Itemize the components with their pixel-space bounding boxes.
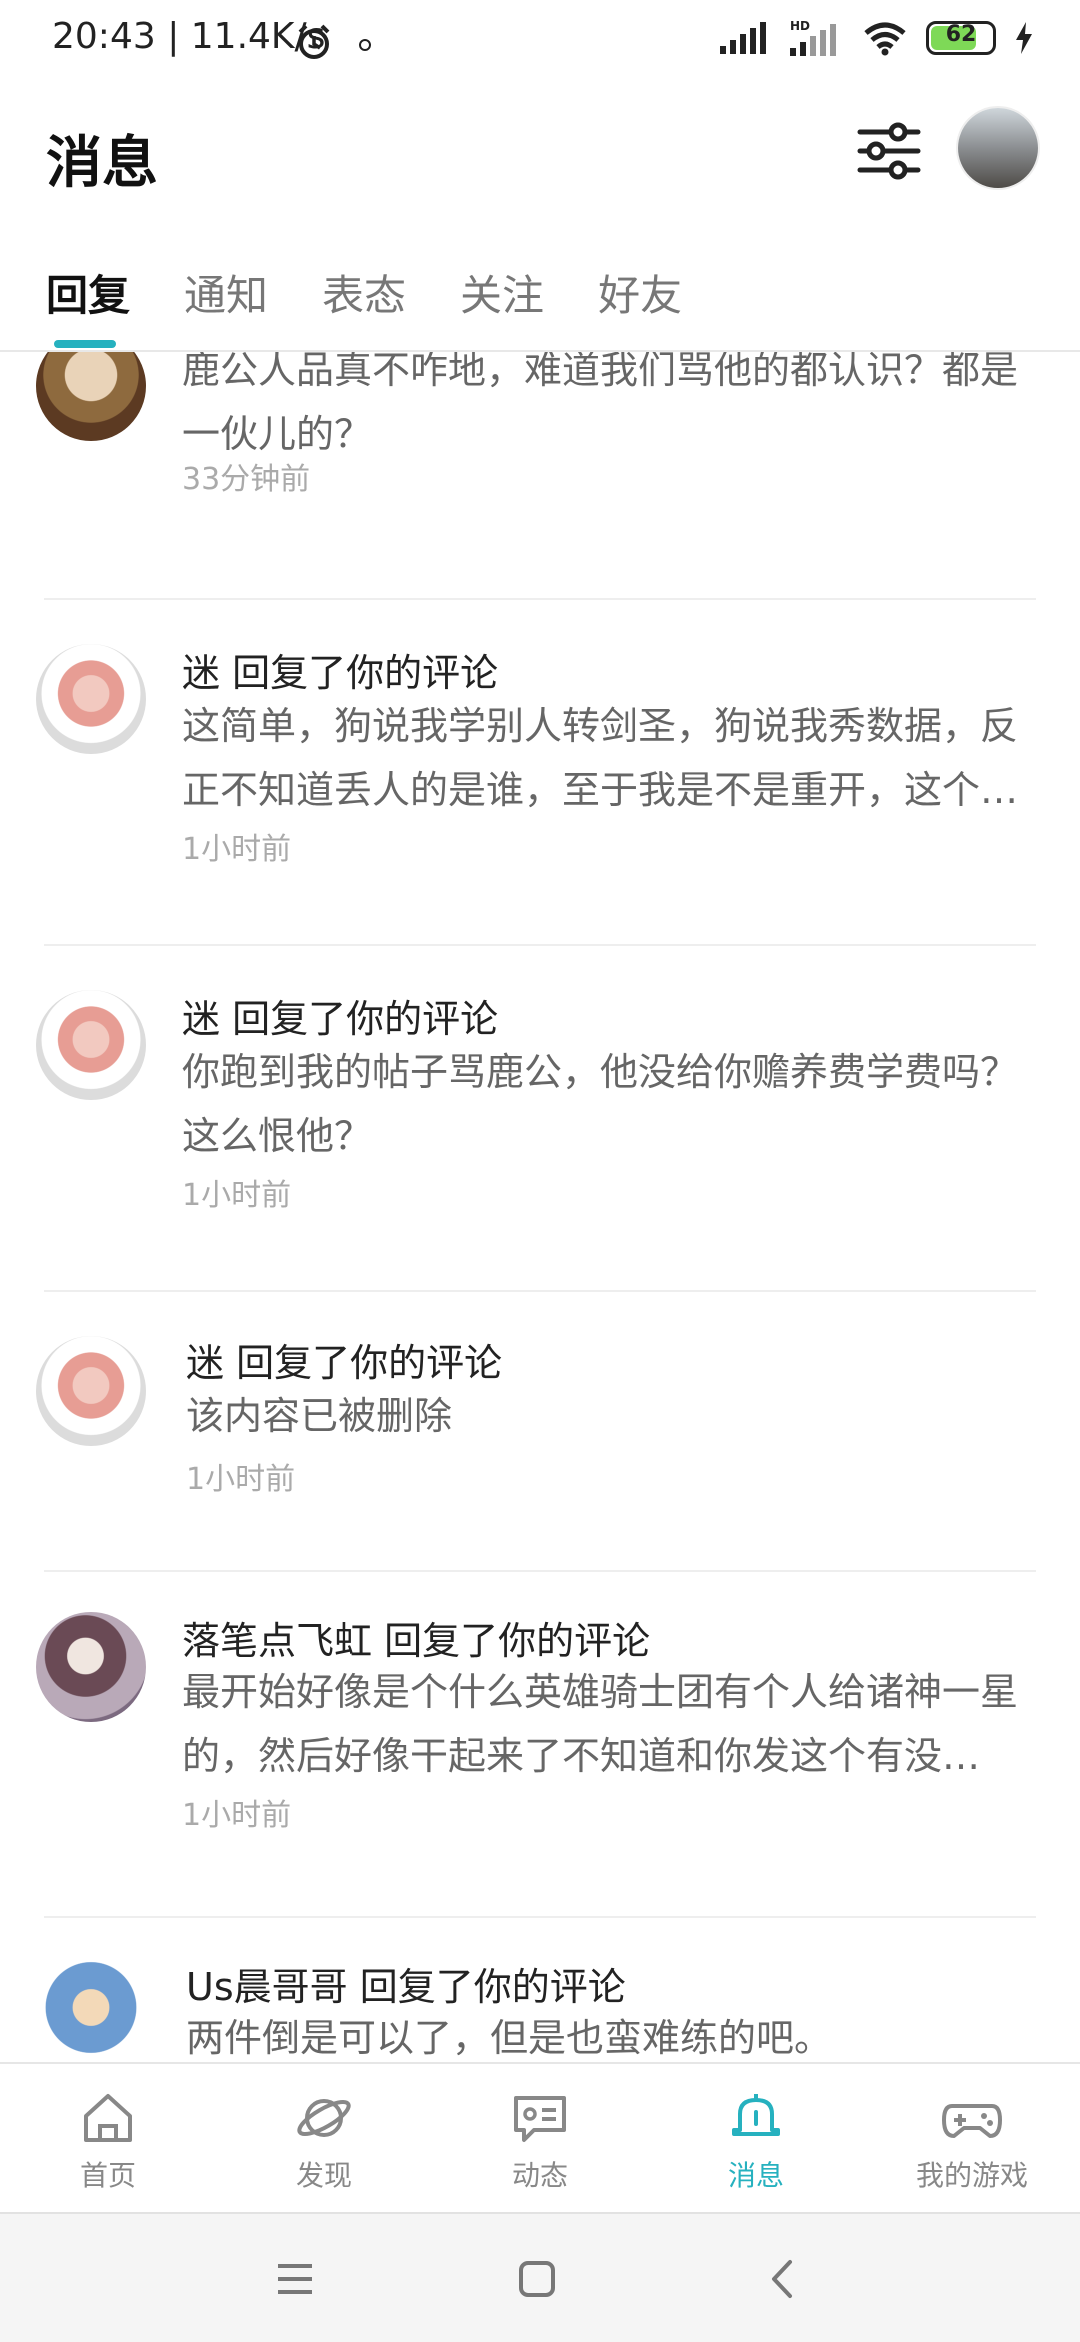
avatar[interactable]: [36, 1958, 146, 2062]
message-list[interactable]: 鹿公人品真不咋地，难道我们骂他的都认识？都是一伙儿的？ 33分钟前 迷 回复了你…: [0, 352, 1080, 2062]
active-tab-indicator: [54, 340, 116, 348]
message-time: 1小时前: [182, 832, 292, 867]
menu-icon[interactable]: [276, 2262, 314, 2296]
message-time: 1小时前: [182, 1178, 292, 1213]
signal-icon: [720, 22, 766, 54]
home-square-icon[interactable]: [518, 2260, 556, 2298]
battery-indicator: 62: [926, 21, 996, 55]
avatar[interactable]: [36, 352, 146, 441]
nav-label: 首页: [79, 2159, 136, 2192]
system-navigation-bar: [0, 2212, 1080, 2342]
gamepad-icon: [942, 2104, 1002, 2138]
tab-friends[interactable]: 好友: [598, 262, 682, 323]
tab-reply[interactable]: 回复: [46, 262, 130, 323]
planet-icon: [297, 2099, 351, 2137]
list-item[interactable]: Us晨哥哥 回复了你的评论 两件倒是可以了，但是也蛮难练的吧。: [0, 1918, 1080, 2062]
message-body: 鹿公人品真不咋地，难道我们骂他的都认识？都是一伙儿的？: [182, 352, 1019, 456]
tab-reaction[interactable]: 表态: [322, 262, 406, 323]
avatar[interactable]: [36, 1336, 146, 1446]
message-title: 迷 回复了你的评论: [182, 997, 499, 1041]
tab-follow[interactable]: 关注: [460, 262, 544, 323]
message-body: 两件倒是可以了，但是也蛮难练的吧。: [186, 2016, 833, 2060]
svg-text:HD: HD: [790, 19, 810, 33]
message-time: 1小时前: [186, 1462, 296, 1497]
wifi-icon: [864, 22, 906, 56]
back-icon[interactable]: [768, 2258, 796, 2300]
page-title: 消息: [46, 131, 158, 196]
message-time: 33分钟前: [182, 462, 311, 497]
message-body: 你跑到我的帖子骂鹿公，他没给你赡养费学费吗？这么恨他？: [182, 1050, 1019, 1158]
tab-notification[interactable]: 通知: [184, 262, 268, 323]
message-time: 1小时前: [182, 1798, 292, 1833]
message-title: 落笔点飞虹 回复了你的评论: [182, 1619, 651, 1663]
nav-messages[interactable]: 消息: [648, 2064, 864, 2214]
status-time-speed: 20:43 | 11.4K/s: [52, 16, 326, 57]
notification-dot-icon: [359, 39, 371, 51]
message-title: 迷 回复了你的评论: [186, 1341, 503, 1385]
bottom-navigation: 首页 发现 动态 消息 我的游戏: [0, 2062, 1080, 2214]
nav-discover[interactable]: 发现: [216, 2064, 432, 2214]
message-title: 迷 回复了你的评论: [182, 651, 499, 695]
bell-icon: [732, 2094, 780, 2136]
message-tabs: 回复 通知 表态 关注 好友: [46, 262, 682, 323]
avatar[interactable]: [36, 1612, 146, 1722]
message-body: 最开始好像是个什么英雄骑士团有个人给诸神一星的，然后好像干起来了不知道和你发这个…: [182, 1670, 1019, 1778]
avatar[interactable]: [36, 990, 146, 1100]
nav-feed[interactable]: 动态: [432, 2064, 648, 2214]
message-body: 这简单，狗说我学别人转剑圣，狗说我秀数据，反正不知道丢人的是谁，至于我是不是重开…: [182, 704, 1019, 812]
nav-label: 动态: [511, 2159, 568, 2192]
status-indicators: HD 62: [718, 18, 1034, 58]
charging-icon: [1016, 22, 1032, 54]
chat-card-icon: [514, 2096, 566, 2142]
user-avatar[interactable]: [958, 108, 1038, 188]
status-bar: 20:43 | 11.4K/s HD 62: [0, 0, 1080, 86]
list-item[interactable]: 落笔点飞虹 回复了你的评论 最开始好像是个什么英雄骑士团有个人给诸神一星的，然后…: [0, 1572, 1080, 1916]
nav-my-games[interactable]: 我的游戏: [864, 2064, 1080, 2214]
signal-hd-icon: HD: [790, 19, 836, 56]
nav-label: 发现: [295, 2159, 352, 2192]
message-body: 该内容已被删除: [186, 1394, 453, 1438]
home-icon: [84, 2094, 132, 2142]
nav-home[interactable]: 首页: [0, 2064, 216, 2214]
avatar[interactable]: [36, 644, 146, 754]
list-item[interactable]: 迷 回复了你的评论 该内容已被删除 1小时前: [0, 1292, 1080, 1570]
nav-label: 我的游戏: [915, 2159, 1028, 2192]
alarm-icon: [298, 24, 330, 59]
filter-settings-icon[interactable]: [856, 118, 922, 184]
nav-label: 消息: [727, 2159, 784, 2192]
list-item[interactable]: 迷 回复了你的评论 这简单，狗说我学别人转剑圣，狗说我秀数据，反正不知道丢人的是…: [0, 600, 1080, 944]
message-title: Us晨哥哥 回复了你的评论: [186, 1965, 626, 2009]
list-item[interactable]: 迷 回复了你的评论 你跑到我的帖子骂鹿公，他没给你赡养费学费吗？这么恨他？ 1小…: [0, 946, 1080, 1290]
